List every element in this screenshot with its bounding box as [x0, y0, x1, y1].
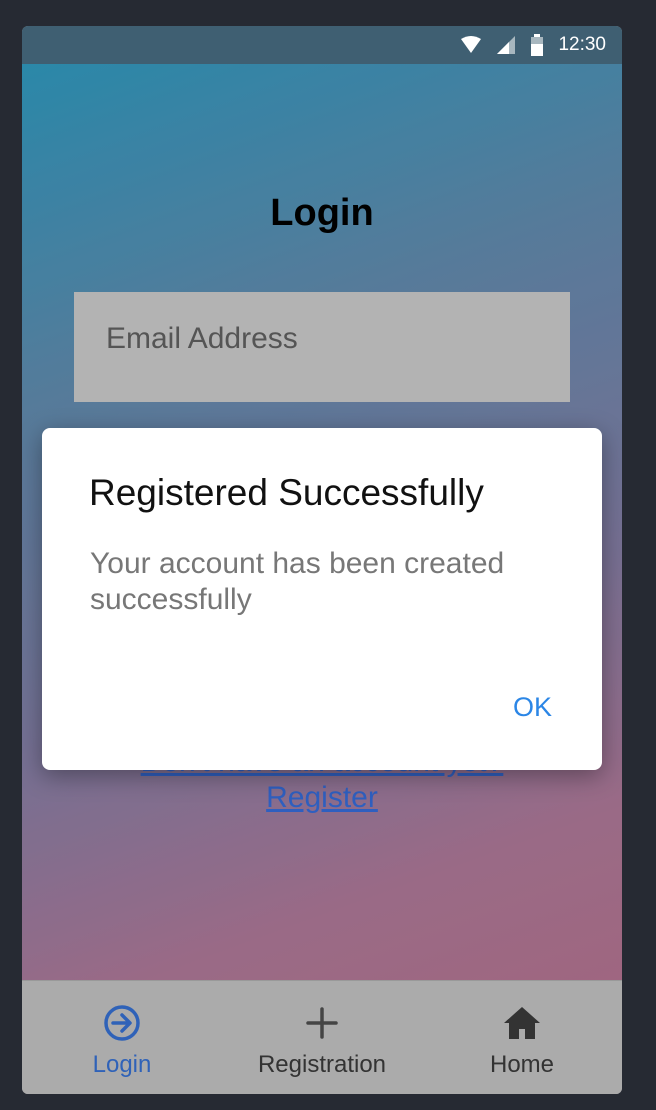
email-placeholder: Email Address: [106, 322, 298, 355]
plus-icon: [306, 1007, 338, 1039]
nav-item-login[interactable]: Login: [22, 981, 222, 1094]
phone-frame: 12:30 Login Email Address Don't have an …: [22, 26, 622, 1094]
page-title: Login: [270, 192, 374, 234]
email-field[interactable]: Email Address: [74, 292, 570, 402]
status-icons: 12:30: [460, 26, 606, 64]
nav-label-registration: Registration: [257, 1051, 387, 1078]
home-icon: [504, 1007, 540, 1039]
register-link-line2: Register: [266, 781, 378, 814]
signal-icon: [497, 36, 516, 54]
nav-item-home[interactable]: Home: [422, 981, 622, 1094]
dialog-message: Your account has been created successful…: [90, 547, 505, 616]
login-arrow-icon: [104, 1005, 140, 1041]
login-screen: Login Email Address Don't have an accoun…: [22, 64, 622, 980]
nav-item-registration[interactable]: Registration: [222, 981, 422, 1094]
status-bar: 12:30: [22, 26, 622, 64]
status-time: 12:30: [558, 34, 606, 55]
ok-button[interactable]: OK: [513, 692, 552, 723]
nav-label-login: Login: [92, 1051, 152, 1078]
success-dialog: Registered Successfully Your account has…: [42, 428, 602, 770]
battery-icon: [531, 34, 544, 56]
bottom-nav: Login Registration Home: [22, 980, 622, 1094]
wifi-icon: [461, 36, 482, 53]
nav-label-home: Home: [489, 1051, 555, 1078]
dialog-title: Registered Successfully: [89, 472, 484, 513]
